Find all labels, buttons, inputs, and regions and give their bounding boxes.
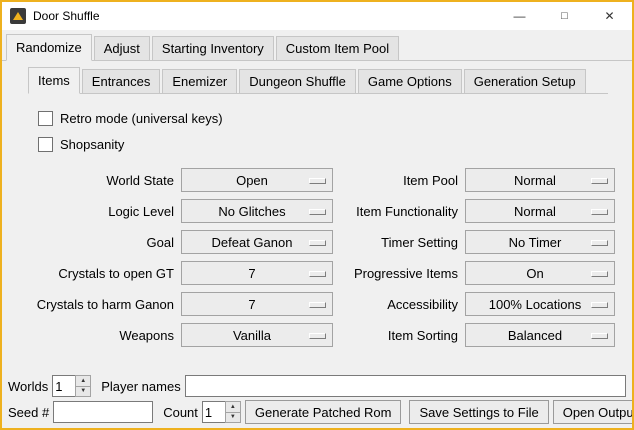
minimize-button[interactable]: — bbox=[497, 2, 542, 30]
crystals-harm-ganon-dropdown[interactable]: 7 bbox=[181, 292, 333, 316]
seed-input[interactable] bbox=[53, 401, 153, 423]
app-icon bbox=[10, 8, 26, 24]
crystals-open-gt-value: 7 bbox=[248, 266, 255, 281]
app-window: Door Shuffle — □ ✕ Randomize Adjust Star… bbox=[0, 0, 634, 430]
dropdown-indicator-icon bbox=[309, 302, 326, 308]
tab-items[interactable]: Items bbox=[28, 67, 80, 94]
tab-custom-item-pool[interactable]: Custom Item Pool bbox=[276, 36, 399, 60]
spin-up-icon[interactable]: ▲ bbox=[225, 401, 241, 412]
tab-enemizer[interactable]: Enemizer bbox=[162, 69, 237, 93]
logic-level-value: No Glitches bbox=[218, 204, 285, 219]
goal-value: Defeat Ganon bbox=[212, 235, 293, 250]
close-button[interactable]: ✕ bbox=[587, 2, 632, 30]
accessibility-dropdown[interactable]: 100% Locations bbox=[465, 292, 615, 316]
shopsanity-checkbox[interactable] bbox=[38, 137, 53, 152]
dropdown-indicator-icon bbox=[591, 209, 608, 215]
shopsanity-label: Shopsanity bbox=[60, 137, 124, 152]
goal-label: Goal bbox=[36, 235, 174, 250]
dropdown-indicator-icon bbox=[591, 333, 608, 339]
count-input[interactable] bbox=[202, 401, 225, 423]
item-pool-dropdown[interactable]: Normal bbox=[465, 168, 615, 192]
item-sorting-value: Balanced bbox=[508, 328, 562, 343]
worlds-input[interactable] bbox=[52, 375, 75, 397]
timer-setting-label: Timer Setting bbox=[340, 235, 458, 250]
tab-starting-inventory[interactable]: Starting Inventory bbox=[152, 36, 274, 60]
dropdown-indicator-icon bbox=[309, 271, 326, 277]
item-functionality-dropdown[interactable]: Normal bbox=[465, 199, 615, 223]
dropdown-indicator-icon bbox=[591, 271, 608, 277]
main-tab-bar: Randomize Adjust Starting Inventory Cust… bbox=[2, 30, 632, 61]
settings-grid: World State Open Item Pool Normal Logic … bbox=[36, 168, 608, 347]
dropdown-indicator-icon bbox=[309, 178, 326, 184]
maximize-button[interactable]: □ bbox=[542, 2, 587, 30]
retro-mode-checkbox[interactable] bbox=[38, 111, 53, 126]
logic-level-dropdown[interactable]: No Glitches bbox=[181, 199, 333, 223]
dropdown-indicator-icon bbox=[591, 302, 608, 308]
item-functionality-label: Item Functionality bbox=[340, 204, 458, 219]
spin-down-icon[interactable]: ▼ bbox=[225, 412, 241, 424]
tab-dungeon-shuffle[interactable]: Dungeon Shuffle bbox=[239, 69, 356, 93]
count-spinbox[interactable]: ▲ ▼ bbox=[202, 401, 241, 423]
retro-mode-label: Retro mode (universal keys) bbox=[60, 111, 223, 126]
weapons-label: Weapons bbox=[36, 328, 174, 343]
items-pane: Retro mode (universal keys) Shopsanity W… bbox=[28, 94, 608, 347]
count-label: Count bbox=[163, 405, 198, 420]
crystals-harm-ganon-value: 7 bbox=[248, 297, 255, 312]
crystals-harm-ganon-label: Crystals to harm Ganon bbox=[36, 297, 174, 312]
progressive-items-label: Progressive Items bbox=[340, 266, 458, 281]
item-pool-value: Normal bbox=[514, 173, 556, 188]
dropdown-indicator-icon bbox=[309, 209, 326, 215]
tab-randomize[interactable]: Randomize bbox=[6, 34, 92, 61]
tab-generation-setup[interactable]: Generation Setup bbox=[464, 69, 586, 93]
tab-game-options[interactable]: Game Options bbox=[358, 69, 462, 93]
weapons-value: Vanilla bbox=[233, 328, 271, 343]
world-state-dropdown[interactable]: Open bbox=[181, 168, 333, 192]
save-settings-button[interactable]: Save Settings to File bbox=[409, 400, 548, 424]
timer-setting-value: No Timer bbox=[509, 235, 562, 250]
spacer bbox=[2, 347, 632, 373]
tab-entrances[interactable]: Entrances bbox=[82, 69, 161, 93]
retro-mode-checkbox-row[interactable]: Retro mode (universal keys) bbox=[38, 108, 608, 128]
goal-dropdown[interactable]: Defeat Ganon bbox=[181, 230, 333, 254]
spin-down-icon[interactable]: ▼ bbox=[75, 386, 91, 398]
worlds-label: Worlds bbox=[8, 379, 48, 394]
logic-level-label: Logic Level bbox=[36, 204, 174, 219]
world-state-label: World State bbox=[36, 173, 174, 188]
item-functionality-value: Normal bbox=[514, 204, 556, 219]
item-sorting-dropdown[interactable]: Balanced bbox=[465, 323, 615, 347]
open-output-directory-button[interactable]: Open Output Directory bbox=[553, 400, 634, 424]
worlds-row: Worlds ▲ ▼ Player names bbox=[2, 373, 632, 398]
weapons-dropdown[interactable]: Vanilla bbox=[181, 323, 333, 347]
progressive-items-value: On bbox=[526, 266, 543, 281]
window-title: Door Shuffle bbox=[33, 9, 100, 23]
player-names-input[interactable] bbox=[185, 375, 626, 397]
sub-tab-bar: Items Entrances Enemizer Dungeon Shuffle… bbox=[28, 63, 608, 94]
seed-label: Seed # bbox=[8, 405, 49, 420]
shopsanity-checkbox-row[interactable]: Shopsanity bbox=[38, 134, 608, 154]
dropdown-indicator-icon bbox=[591, 240, 608, 246]
generate-patched-rom-button[interactable]: Generate Patched Rom bbox=[245, 400, 402, 424]
accessibility-value: 100% Locations bbox=[489, 297, 582, 312]
spin-up-icon[interactable]: ▲ bbox=[75, 375, 91, 386]
crystals-open-gt-label: Crystals to open GT bbox=[36, 266, 174, 281]
item-pool-label: Item Pool bbox=[340, 173, 458, 188]
dropdown-indicator-icon bbox=[591, 178, 608, 184]
world-state-value: Open bbox=[236, 173, 268, 188]
worlds-spinbox[interactable]: ▲ ▼ bbox=[52, 375, 91, 397]
timer-setting-dropdown[interactable]: No Timer bbox=[465, 230, 615, 254]
player-names-label: Player names bbox=[101, 379, 180, 394]
progressive-items-dropdown[interactable]: On bbox=[465, 261, 615, 285]
tab-adjust[interactable]: Adjust bbox=[94, 36, 150, 60]
dropdown-indicator-icon bbox=[309, 240, 326, 246]
crystals-open-gt-dropdown[interactable]: 7 bbox=[181, 261, 333, 285]
accessibility-label: Accessibility bbox=[340, 297, 458, 312]
item-sorting-label: Item Sorting bbox=[340, 328, 458, 343]
dropdown-indicator-icon bbox=[309, 333, 326, 339]
title-bar[interactable]: Door Shuffle — □ ✕ bbox=[2, 2, 632, 30]
seed-row: Seed # Count ▲ ▼ Generate Patched Rom Sa… bbox=[2, 398, 632, 428]
